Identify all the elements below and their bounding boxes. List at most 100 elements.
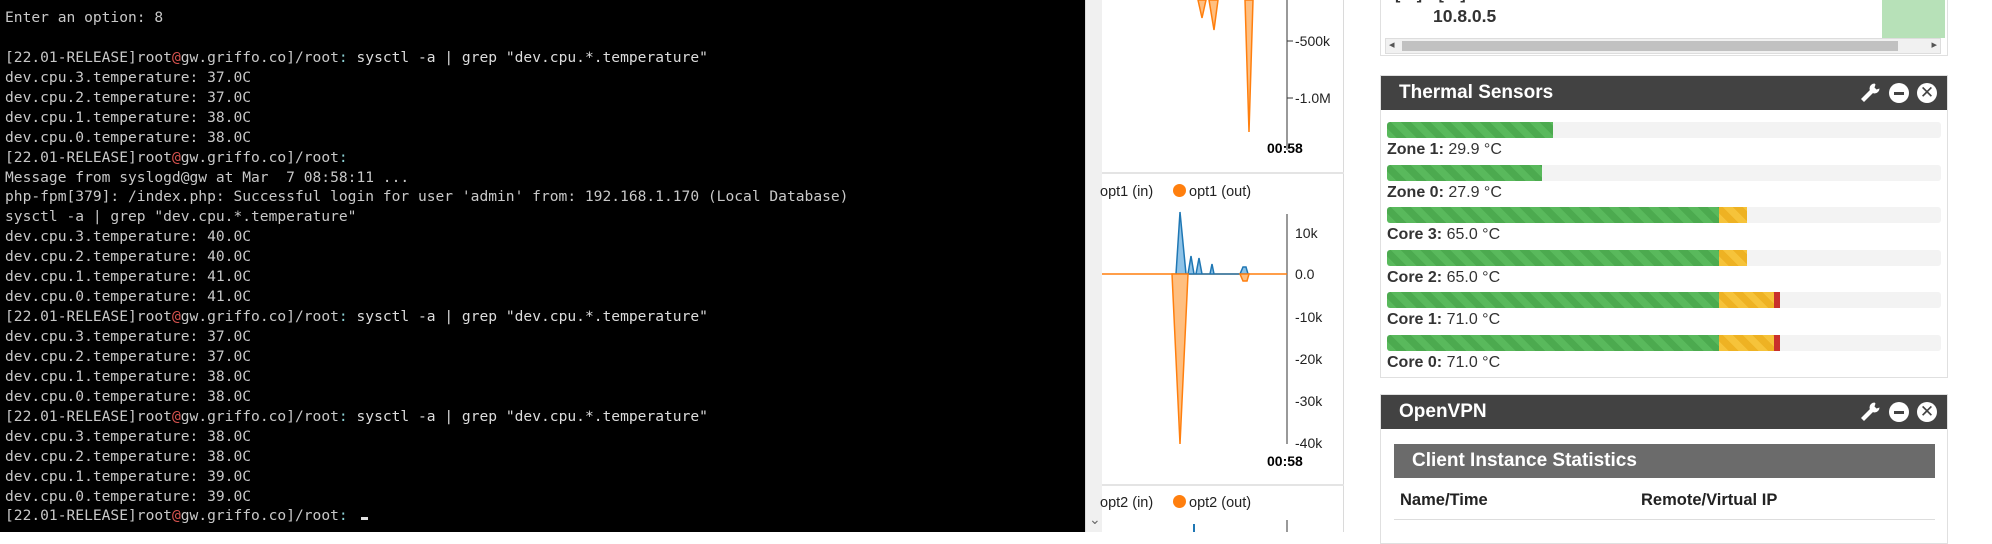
- prompt-user: root: [136, 407, 172, 425]
- bar-segment-warning: [1719, 334, 1774, 351]
- prompt-host: gw.griffo.co: [180, 507, 287, 525]
- terminal-output-line: dev.cpu.2.temperature: 37.0C: [5, 347, 252, 365]
- prompt-separator: :: [338, 407, 357, 425]
- sensor-row: Zone 0: 27.9 °C: [1381, 157, 1947, 201]
- status-cell: [1882, 0, 1945, 38]
- terminal-prompt-line: [22.01-RELEASE]root@gw.griffo.co]/root:: [5, 148, 1065, 168]
- wrench-icon[interactable]: [1859, 82, 1881, 104]
- bar-segment-warning: [1719, 249, 1747, 266]
- sensor-name: Core 0:: [1387, 353, 1443, 371]
- terminal-output-line: dev.cpu.3.temperature: 38.0C: [5, 427, 252, 445]
- sensor-value: 71.0 °C: [1446, 353, 1501, 371]
- sensor-progress-bar: [1387, 249, 1941, 266]
- scroll-down-arrow-icon[interactable]: ⌄: [1089, 513, 1101, 527]
- openvpn-server-widget: [ ] [ ] 10.8.0.5 ◂ ▸: [1380, 0, 1948, 56]
- prompt-bracket: ]: [286, 148, 295, 166]
- prompt-command: sysctl -a | grep "dev.cpu.*.temperature": [356, 48, 708, 66]
- prompt-path: /root: [294, 148, 339, 166]
- bar-segment-warning: [1719, 207, 1747, 223]
- terminal-output-line: dev.cpu.1.temperature: 38.0C: [5, 367, 252, 385]
- close-icon[interactable]: ✕: [1917, 402, 1937, 422]
- traffic-graph-wan: -500k -1.0M 00:58: [1102, 0, 1344, 172]
- minimize-icon[interactable]: [1889, 402, 1909, 422]
- sensor-row: Core 2: 65.0 °C: [1381, 242, 1947, 286]
- y-tick-label: 10k: [1295, 225, 1319, 241]
- terminal-output: Enter an option: 8 [22.01-RELEASE]root@gw…: [5, 8, 1065, 526]
- terminal-output-line: Enter an option: 8: [5, 9, 164, 26]
- sensor-name: Core 1:: [1387, 311, 1443, 328]
- sensor-progress-bar: [1387, 292, 1941, 308]
- prompt-bracket: ]: [286, 48, 295, 66]
- sensor-list: Zone 1: 29.9 °C Zone 0: 27.9 °C Core 3: 65…: [1381, 110, 1947, 371]
- traffic-graph-opt2: opt2 (in) opt2 (out): [1100, 486, 1344, 532]
- prompt-user: root: [136, 148, 172, 166]
- sensor-value: 65.0 °C: [1446, 226, 1501, 243]
- bar-segment-normal: [1387, 292, 1719, 308]
- time-label: 00:58: [1267, 453, 1303, 469]
- out-series-area: [1197, 0, 1254, 133]
- terminal-prompt-line: [22.01-RELEASE]root@gw.griffo.co]/root:: [5, 506, 1065, 526]
- y-tick-label: -1.0M: [1295, 90, 1331, 106]
- traffic-graphs-column: -500k -1.0M 00:58 opt1 (in) opt1 (out) 1…: [1100, 0, 1344, 532]
- widget-controls: ✕: [1859, 82, 1937, 104]
- prompt-at: @: [171, 148, 181, 166]
- sensor-row: Core 1: 71.0 °C: [1381, 284, 1947, 328]
- sensor-value: 65.0 °C: [1446, 268, 1501, 286]
- sensor-value: 29.9 °C: [1448, 141, 1502, 158]
- terminal-output-line: dev.cpu.2.temperature: 38.0C: [5, 447, 252, 465]
- terminal-prompt-line: [22.01-RELEASE]root@gw.griffo.co]/root: …: [5, 307, 1065, 327]
- minimize-icon[interactable]: [1889, 83, 1909, 103]
- prompt-at: @: [171, 48, 181, 66]
- terminal-output-line: dev.cpu.0.temperature: 39.0C: [5, 487, 252, 505]
- traffic-graph-opt1: opt1 (in) opt1 (out) 10k 0.0 -10k -20k -…: [1100, 174, 1344, 484]
- prompt-release: [22.01-RELEASE]: [5, 48, 137, 66]
- prompt-release: [22.01-RELEASE]: [5, 507, 137, 525]
- traffic-graph-opt1-plot: 10k 0.0 -10k -20k -30k -40k 00:58: [1102, 211, 1323, 469]
- prompt-user: root: [136, 48, 172, 66]
- terminal-prompt-line: [22.01-RELEASE]root@gw.griffo.co]/root: …: [5, 407, 1065, 427]
- horizontal-scroll-thumb[interactable]: [1402, 41, 1898, 51]
- terminal-output-line: sysctl -a | grep "dev.cpu.*.temperature": [5, 208, 357, 226]
- prompt-host: gw.griffo.co: [180, 308, 287, 326]
- terminal-output-line: dev.cpu.3.temperature: 40.0C: [5, 228, 252, 246]
- terminal-window[interactable]: Enter an option: 8 [22.01-RELEASE]root@gw…: [0, 0, 1085, 532]
- widget-header: Thermal Sensors ✕: [1381, 76, 1947, 110]
- terminal-prompt-line: [22.01-RELEASE]root@gw.griffo.co]/root: …: [5, 48, 1065, 68]
- prompt-host: gw.griffo.co: [180, 148, 287, 166]
- sensor-progress-bar: [1387, 334, 1941, 351]
- y-tick-label: -500k: [1295, 33, 1331, 49]
- prompt-separator: :: [338, 507, 357, 525]
- bar-segment-normal: [1387, 249, 1719, 266]
- terminal-output-line: dev.cpu.3.temperature: 37.0C: [5, 328, 252, 345]
- close-icon[interactable]: ✕: [1917, 83, 1937, 103]
- prompt-separator: :: [338, 308, 357, 326]
- terminal-cursor: [360, 517, 368, 521]
- prompt-separator: :: [338, 148, 357, 166]
- terminal-scroll-thumb[interactable]: [1089, 2, 1099, 502]
- y-tick-label: 0.0: [1295, 266, 1315, 282]
- prompt-host: gw.griffo.co: [180, 407, 287, 425]
- bar-segment-normal: [1387, 207, 1719, 223]
- widget-title: Thermal Sensors: [1399, 82, 1554, 103]
- scroll-left-arrow-icon[interactable]: ◂: [1389, 38, 1395, 51]
- sensor-name: Zone 1:: [1387, 141, 1444, 158]
- prompt-path: /root: [294, 308, 339, 326]
- widget-title: OpenVPN: [1399, 401, 1487, 422]
- prompt-bracket: ]: [286, 507, 295, 525]
- y-tick-label: -20k: [1295, 351, 1323, 367]
- prompt-separator: :: [338, 48, 357, 66]
- wrench-icon[interactable]: [1859, 401, 1881, 423]
- terminal-scrollbar[interactable]: ⌄: [1085, 0, 1102, 532]
- bar-segment-critical: [1774, 334, 1780, 351]
- scroll-right-arrow-icon[interactable]: ▸: [1931, 38, 1937, 51]
- bar-segment-normal: [1387, 334, 1719, 351]
- time-label: 00:58: [1267, 140, 1303, 156]
- vpn-top-clipped-text: [ ] [ ]: [1395, 0, 1472, 4]
- prompt-path: /root: [294, 507, 339, 525]
- sensor-row: Core 0: 71.0 °C: [1381, 327, 1947, 371]
- column-header-remote-virtual-ip: Remote/Virtual IP: [1641, 491, 1778, 509]
- horizontal-scrollbar[interactable]: ◂ ▸: [1385, 38, 1941, 54]
- bar-segment-normal: [1387, 122, 1553, 138]
- terminal-output-line: php-fpm[379]: /index.php: Successful log…: [5, 188, 849, 206]
